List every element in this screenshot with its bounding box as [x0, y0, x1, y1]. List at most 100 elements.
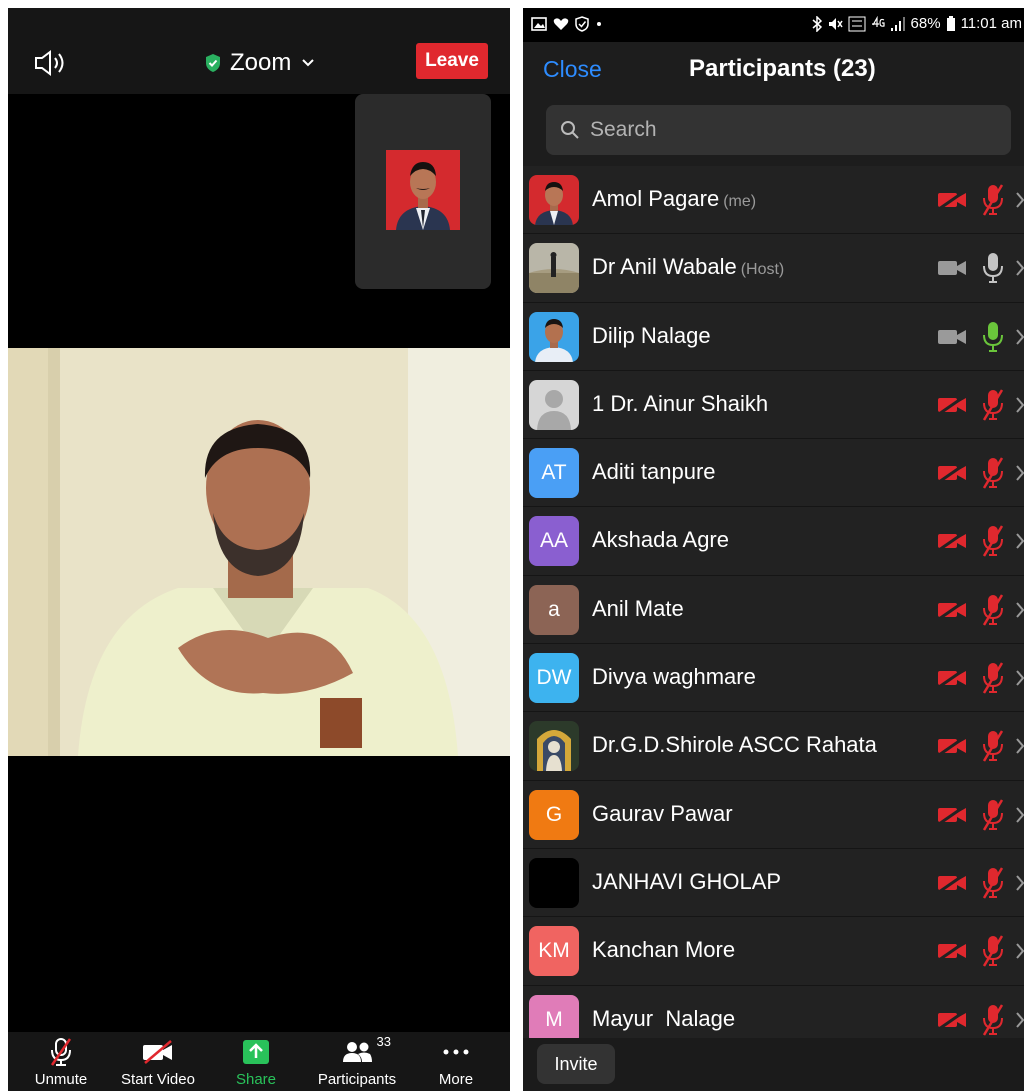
- participant-list: Amol Pagare (me) Dr Anil Wabale (Host) Dilip…: [523, 166, 1024, 1054]
- chevron-right-icon[interactable]: [1015, 258, 1024, 278]
- mic-muted-icon: [982, 594, 1004, 626]
- mic-muted-icon: [982, 730, 1004, 763]
- participant-row[interactable]: G Gaurav Pawar: [523, 780, 1024, 849]
- participant-name-wrap: Amol Pagare (me): [592, 186, 756, 212]
- participant-name: Akshada Agre: [592, 527, 729, 553]
- share-button[interactable]: Share: [234, 1036, 278, 1088]
- mic-icon: [983, 253, 1003, 284]
- participant-name: Dr Anil Wabale: [592, 254, 737, 280]
- avatar-initials: [529, 857, 579, 908]
- chevron-right-icon[interactable]: [1015, 600, 1024, 620]
- avatar-initials: a: [529, 584, 579, 635]
- participant-name-wrap: Akshada Agre: [592, 527, 729, 553]
- mic-muted-icon: [982, 1003, 1004, 1036]
- participant-name: Dr.G.D.Shirole ASCC Rahata: [592, 732, 877, 758]
- close-button[interactable]: Close: [543, 56, 602, 83]
- dot-icon: [597, 22, 601, 26]
- video-off-icon: [938, 736, 966, 757]
- invite-button[interactable]: Invite: [537, 1044, 615, 1084]
- participant-name: Anil Mate: [592, 595, 684, 621]
- mic-active-icon: [983, 321, 1003, 352]
- invite-bar: Invite: [523, 1038, 1024, 1091]
- meeting-view: Zoom Leave Unmute Start Video Share 33 P…: [8, 8, 510, 1091]
- participant-row[interactable]: Dr Anil Wabale (Host): [523, 234, 1024, 303]
- mic-muted-icon: [982, 935, 1004, 967]
- shield-status-icon: [575, 16, 589, 32]
- search-section: [523, 100, 1024, 166]
- chevron-right-icon[interactable]: [1015, 190, 1024, 210]
- participant-name: Kanchan More: [592, 937, 736, 963]
- more-button[interactable]: More: [434, 1036, 478, 1088]
- participant-row[interactable]: Dilip Nalage: [523, 302, 1024, 371]
- participant-name: Dilip Nalage: [592, 322, 711, 348]
- chevron-right-icon[interactable]: [1015, 805, 1024, 825]
- chevron-right-icon[interactable]: [1015, 327, 1024, 347]
- participant-name-wrap: Dilip Nalage: [592, 323, 711, 349]
- unmute-button[interactable]: Unmute: [31, 1036, 91, 1088]
- share-label: Share: [235, 1071, 277, 1088]
- participant-row[interactable]: a Anil Mate: [523, 575, 1024, 645]
- video-off-icon: [938, 872, 966, 893]
- participant-name-wrap: Dr.G.D.Shirole ASCC Rahata: [592, 732, 877, 758]
- video-off-icon: [938, 190, 966, 210]
- chevron-right-icon[interactable]: [1015, 873, 1024, 893]
- search-icon: [561, 121, 579, 139]
- avatar-initials: KM: [529, 926, 579, 977]
- participant-name: Aditi tanpure: [592, 459, 716, 485]
- avatar-photo: [529, 175, 579, 225]
- participant-row[interactable]: AA Akshada Agre: [523, 507, 1024, 576]
- chevron-right-icon[interactable]: [1015, 668, 1024, 688]
- mic-muted-icon: [982, 457, 1004, 489]
- meeting-top-bar: Zoom Leave: [8, 8, 510, 94]
- chevron-right-icon[interactable]: [1015, 531, 1024, 551]
- participant-row[interactable]: KM Kanchan More: [523, 917, 1024, 986]
- mic-muted-icon: [50, 1037, 72, 1066]
- participant-row[interactable]: 1 Dr. Ainur Shaikh: [523, 370, 1024, 440]
- video-off-icon: [938, 941, 966, 962]
- leave-button[interactable]: Leave: [416, 43, 488, 79]
- participant-name-wrap: Kanchan More: [592, 937, 735, 963]
- more-dots-icon: [443, 1049, 469, 1054]
- chevron-right-icon[interactable]: [1015, 941, 1024, 961]
- meeting-title-label: Zoom: [230, 49, 292, 76]
- avatar-photo: [529, 721, 579, 772]
- self-video-tile[interactable]: [355, 94, 491, 289]
- participant-row[interactable]: JANHAVI GHOLAP: [523, 848, 1024, 918]
- participant-row[interactable]: Amol Pagare (me): [523, 166, 1024, 235]
- mic-muted-icon: [982, 525, 1004, 558]
- chevron-right-icon[interactable]: [1015, 1010, 1024, 1030]
- chevron-right-icon[interactable]: [1015, 395, 1024, 415]
- search-input[interactable]: [590, 115, 990, 145]
- video-off-icon: [938, 599, 966, 620]
- participant-name-wrap: JANHAVI GHOLAP: [592, 869, 781, 895]
- participant-row[interactable]: Dr.G.D.Shirole ASCC Rahata: [523, 712, 1024, 781]
- video-camera-icon: [938, 329, 966, 344]
- speaker-icon[interactable]: [32, 48, 68, 78]
- participant-row[interactable]: DW Divya waghmare: [523, 644, 1024, 713]
- start-video-button[interactable]: Start Video: [120, 1036, 196, 1088]
- participant-name-wrap: Anil Mate: [592, 596, 684, 622]
- avatar-photo: [529, 243, 579, 294]
- signal-icon: [890, 16, 905, 31]
- start-video-label: Start Video: [121, 1071, 195, 1088]
- shield-check-icon: [206, 54, 220, 72]
- participants-button[interactable]: 33 Participants: [312, 1034, 402, 1088]
- phone-status-bar: 68% 11:01 am: [523, 8, 1024, 42]
- battery-percent: 68%: [910, 15, 941, 32]
- mic-muted-icon: [982, 184, 1004, 216]
- participant-name: Amol Pagare: [592, 186, 720, 211]
- search-box[interactable]: [546, 105, 1011, 155]
- chevron-right-icon[interactable]: [1015, 736, 1024, 756]
- video-off-icon: [938, 531, 966, 552]
- meeting-title[interactable]: Zoom: [204, 48, 315, 78]
- video-off-icon: [938, 804, 966, 825]
- participants-label: Participants: [317, 1071, 397, 1088]
- participant-name: JANHAVI GHOLAP: [592, 868, 782, 894]
- chevron-right-icon[interactable]: [1015, 463, 1024, 483]
- avatar-initials: AA: [529, 516, 579, 567]
- mic-muted-icon: [982, 799, 1004, 831]
- more-label: More: [438, 1071, 474, 1088]
- participant-row[interactable]: AT Aditi tanpure: [523, 439, 1024, 508]
- volte-icon: [848, 16, 866, 31]
- participant-name: Mayur Nalage: [592, 1005, 736, 1031]
